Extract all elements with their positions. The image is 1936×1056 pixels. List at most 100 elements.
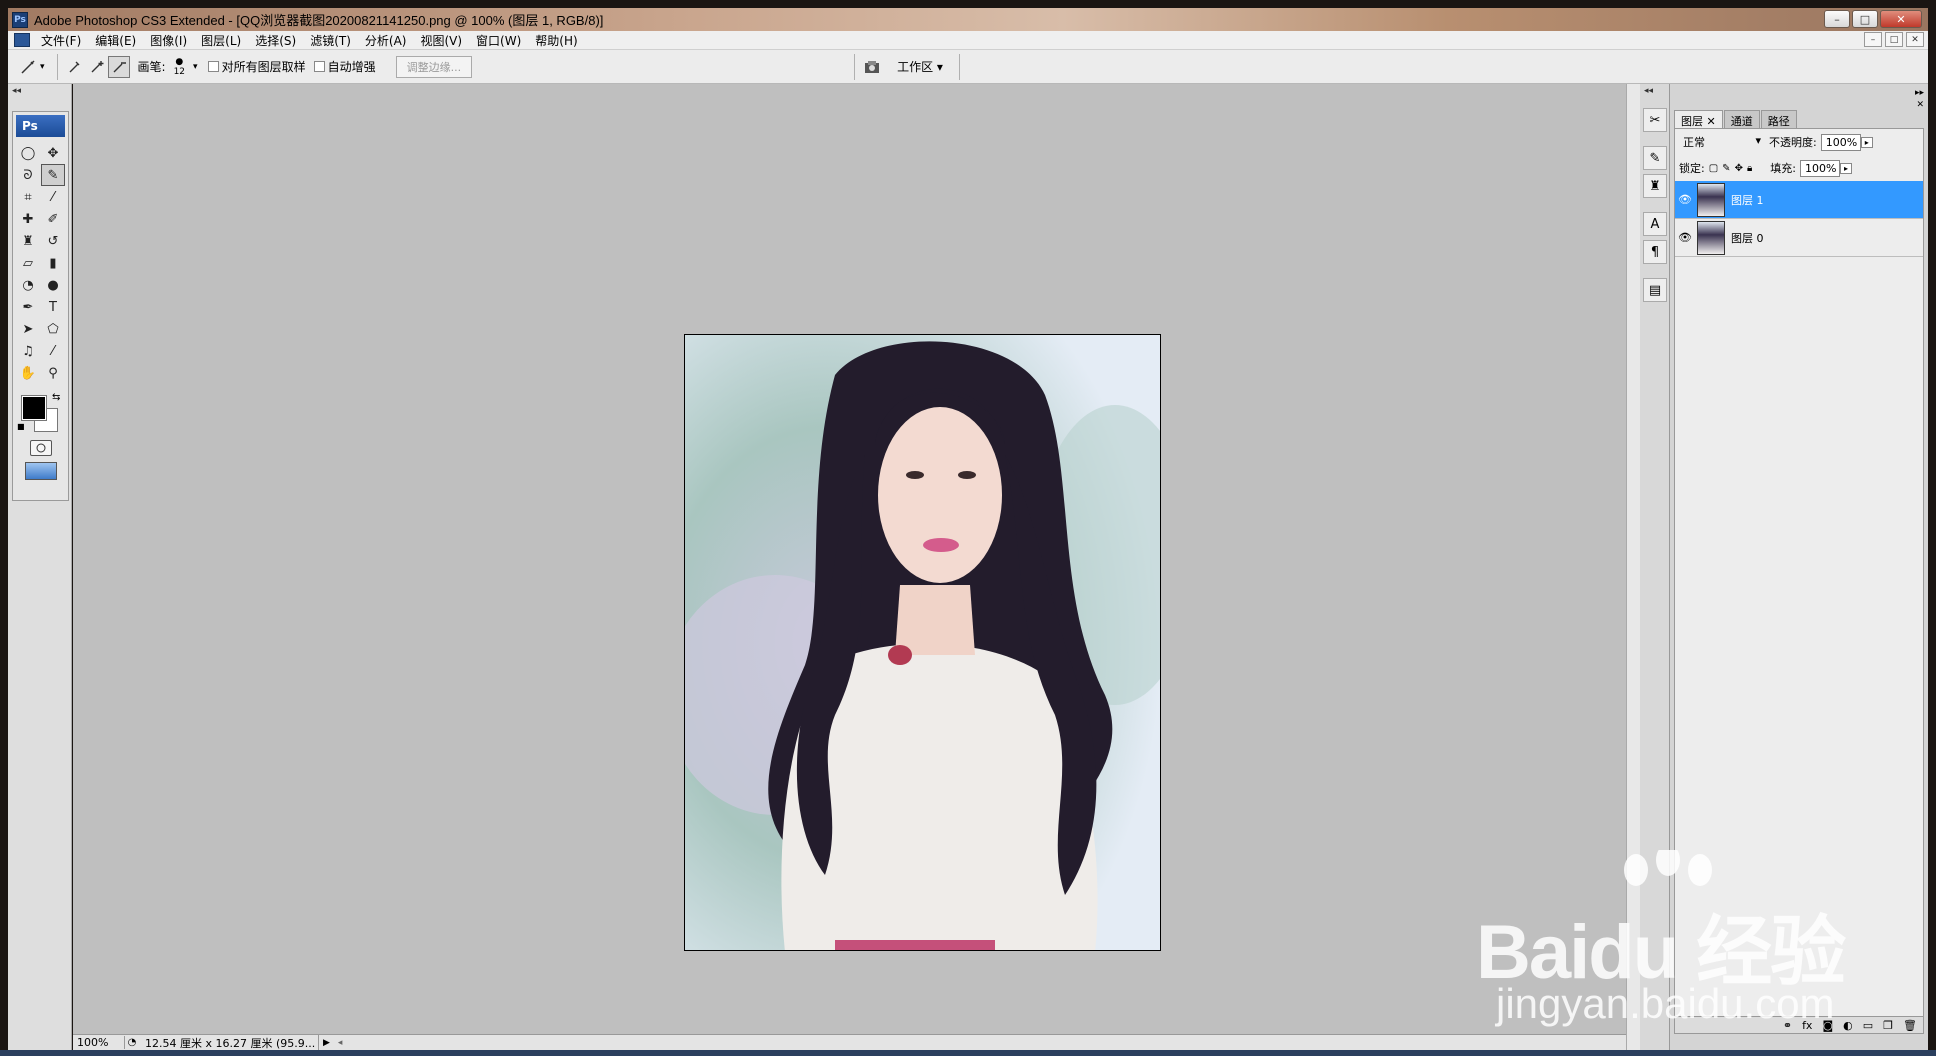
subtract-from-selection-button[interactable] — [107, 55, 130, 78]
brush-tool-button[interactable]: ✐ — [41, 208, 65, 230]
blur-tool-button[interactable]: ◔ — [16, 274, 40, 296]
doc-close-button[interactable]: ✕ — [1906, 32, 1924, 47]
zoom-tool-button[interactable]: ⚲ — [41, 362, 65, 384]
taskbar — [0, 1050, 1936, 1056]
vertical-scrollbar[interactable] — [1626, 84, 1640, 1050]
move-tool-button[interactable]: ✥ — [41, 142, 65, 164]
layer-thumbnail — [1697, 182, 1725, 217]
visibility-eye-icon[interactable]: 👁︎ — [1675, 193, 1695, 206]
collapse-toolbox-icon[interactable]: ◂◂ — [8, 84, 71, 98]
doc-minimize-button[interactable]: – — [1864, 32, 1882, 47]
auto-enhance-checkbox[interactable] — [313, 61, 325, 72]
minimize-button[interactable]: – — [1824, 10, 1850, 28]
opacity-slider-button[interactable]: ▸ — [1860, 136, 1873, 148]
lasso-tool-button[interactable]: ᘐ — [16, 164, 40, 186]
options-bar: ▾ 画笔: ● 12 ▾ 对所有图层取样 自动增强 调整边缘... 工作区 ▾ — [8, 50, 1928, 84]
menu-analysis[interactable]: 分析(A) — [358, 32, 414, 49]
new-layer-icon[interactable]: ❐ — [1883, 1019, 1893, 1032]
scroll-left-icon[interactable]: ◂ — [334, 1038, 347, 1048]
collapse-dock-icon[interactable]: ◂◂ — [1640, 84, 1669, 98]
menu-edit[interactable]: 编辑(E) — [88, 32, 143, 49]
brush-dropdown-icon[interactable]: ▾ — [193, 62, 198, 72]
preset-arrow-icon[interactable]: ▾ — [40, 62, 45, 72]
brush-picker[interactable]: ● 12 — [174, 57, 185, 77]
tool-presets-icon[interactable]: ✂ — [1643, 108, 1667, 132]
brushes-panel-icon[interactable]: ✎ — [1643, 146, 1667, 170]
maximize-button[interactable]: □ — [1852, 10, 1878, 28]
adjustment-layer-icon[interactable]: ◐ — [1843, 1019, 1853, 1032]
workspace-menu[interactable]: 工作区 ▾ — [897, 58, 943, 75]
window-controls: – □ ✕ — [1824, 10, 1922, 28]
quick-selection-tool-button[interactable]: ✎ — [41, 164, 65, 186]
layer-row-0[interactable]: 👁︎ 图层 0 — [1675, 219, 1923, 257]
dodge-tool-button[interactable]: ● — [41, 274, 65, 296]
menu-image[interactable]: 图像(I) — [143, 32, 194, 49]
healing-brush-button[interactable]: ✚ — [16, 208, 40, 230]
expand-panels-icon[interactable]: ▸▸ — [1915, 88, 1924, 98]
file-browser-button[interactable] — [861, 56, 883, 78]
notes-tool-button[interactable]: ♫ — [16, 340, 40, 362]
lock-position-icon[interactable]: ✥ — [1735, 163, 1743, 174]
slice-tool-button[interactable]: ⁄ — [41, 186, 65, 208]
document-icon[interactable] — [14, 33, 30, 47]
fill-input[interactable]: 100% — [1800, 159, 1840, 177]
fill-slider-button[interactable]: ▸ — [1840, 162, 1853, 174]
screen-mode-button[interactable] — [24, 462, 57, 480]
layer-comps-icon[interactable]: ▤ — [1643, 278, 1667, 302]
crop-tool-button[interactable]: ⌗ — [16, 186, 40, 208]
link-layers-icon[interactable]: ⚭ — [1783, 1019, 1792, 1032]
paragraph-panel-icon[interactable]: ¶ — [1643, 240, 1667, 264]
menu-window[interactable]: 窗口(W) — [469, 32, 528, 49]
brush-size: 12 — [173, 66, 186, 77]
new-group-icon[interactable]: ▭ — [1863, 1019, 1873, 1032]
marquee-tool-button[interactable]: ◯ — [16, 142, 40, 164]
foreground-color[interactable] — [22, 396, 46, 420]
delete-layer-icon[interactable]: 🗑︎ — [1903, 1019, 1917, 1032]
status-menu-arrow-icon[interactable]: ▶ — [319, 1038, 334, 1048]
menu-filter[interactable]: 滤镜(T) — [303, 32, 358, 49]
layer-row-1[interactable]: 👁︎ 图层 1 — [1675, 181, 1923, 219]
panel-close-icon[interactable]: ✕ — [1916, 100, 1924, 110]
status-info-icon: ◔ — [127, 1037, 137, 1048]
clone-source-icon[interactable]: ♜ — [1643, 174, 1667, 198]
canvas-area[interactable] — [73, 84, 1626, 1034]
pen-tool-button[interactable]: ✒ — [16, 296, 40, 318]
opacity-input[interactable]: 100% — [1820, 133, 1861, 151]
refine-edge-button[interactable]: 调整边缘... — [395, 55, 473, 78]
lock-all-icon[interactable]: 🔒︎ — [1747, 163, 1752, 174]
menu-file[interactable]: 文件(F) — [34, 32, 88, 49]
blend-mode-select[interactable]: 正常 ▾ — [1679, 133, 1765, 151]
lock-image-icon[interactable]: ✎ — [1722, 163, 1730, 174]
eyedropper-tool-button[interactable]: ⁄ — [41, 340, 65, 362]
sample-all-layers-checkbox[interactable] — [207, 61, 219, 72]
eraser-tool-button[interactable]: ▱ — [16, 252, 40, 274]
menu-select[interactable]: 选择(S) — [248, 32, 303, 49]
add-to-selection-button[interactable] — [86, 56, 108, 78]
separator — [56, 53, 58, 80]
quick-mask-button[interactable] — [29, 440, 52, 456]
menu-layer[interactable]: 图层(L) — [194, 32, 248, 49]
close-button[interactable]: ✕ — [1880, 10, 1922, 28]
path-selection-button[interactable]: ➤ — [16, 318, 40, 340]
menu-help[interactable]: 帮助(H) — [528, 32, 584, 49]
layer-style-icon[interactable]: fx — [1802, 1019, 1812, 1032]
zoom-level[interactable]: 100% — [73, 1036, 125, 1049]
menu-view[interactable]: 视图(V) — [413, 32, 469, 49]
hand-tool-button[interactable]: ✋ — [16, 362, 40, 384]
gradient-tool-button[interactable]: ▮ — [41, 252, 65, 274]
doc-restore-button[interactable]: □ — [1885, 32, 1903, 47]
new-selection-mode-button[interactable] — [64, 56, 86, 78]
document-image[interactable] — [684, 334, 1161, 951]
type-tool-button[interactable]: T — [41, 296, 65, 318]
default-colors-icon[interactable]: ■ — [17, 422, 25, 431]
separator — [958, 53, 960, 80]
shape-tool-button[interactable]: ⬠ — [41, 318, 65, 340]
tool-preset-picker[interactable] — [18, 56, 40, 78]
history-brush-button[interactable]: ↺ — [41, 230, 65, 252]
character-panel-icon[interactable]: A — [1643, 212, 1667, 236]
lock-transparent-icon[interactable]: ▢ — [1709, 163, 1718, 174]
layer-mask-icon[interactable]: ◙ — [1822, 1019, 1833, 1032]
clone-stamp-button[interactable]: ♜ — [16, 230, 40, 252]
swap-colors-icon[interactable]: ⇆ — [52, 392, 60, 403]
visibility-eye-icon[interactable]: 👁︎ — [1675, 231, 1695, 244]
